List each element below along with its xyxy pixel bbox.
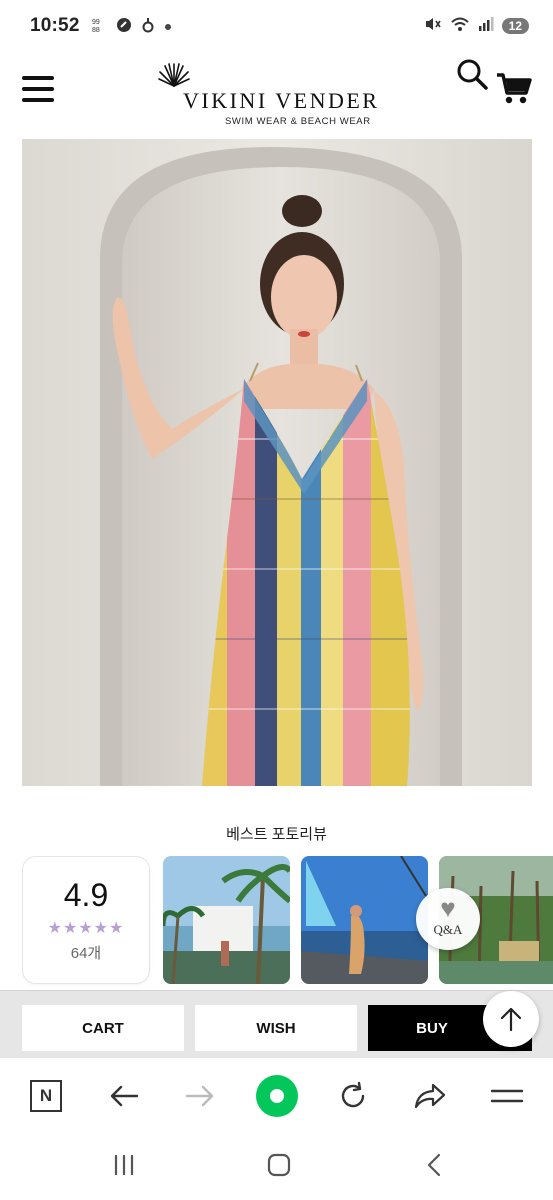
brand-name: VIKINI VENDER — [183, 88, 380, 113]
messenger-icon — [116, 17, 132, 36]
green-circle-icon — [256, 1075, 298, 1117]
best-photo-review-title: 베스트 포토리뷰 — [226, 826, 327, 843]
hamburger-icon-bar — [22, 76, 54, 80]
browser-toolbar: N — [0, 1058, 553, 1136]
chevron-left-icon — [427, 1153, 441, 1177]
back-button[interactable] — [102, 1074, 146, 1118]
home-icon — [267, 1153, 291, 1177]
cart-button[interactable] — [496, 72, 532, 106]
hamburger-icon-bar — [22, 87, 54, 91]
cell-signal-icon — [478, 16, 494, 37]
svg-text:88: 88 — [92, 27, 100, 33]
system-back-button[interactable] — [414, 1150, 454, 1180]
wishlist-button[interactable]: WISH — [195, 1005, 357, 1051]
svg-text:99: 99 — [92, 19, 100, 26]
share-button[interactable] — [408, 1074, 452, 1118]
recent-apps-button[interactable] — [104, 1150, 144, 1180]
review-photo — [301, 856, 428, 984]
rating-score: 4.9 — [63, 877, 109, 913]
review-thumbnail[interactable] — [301, 856, 428, 984]
shopping-cart-icon — [497, 73, 532, 104]
refresh-icon — [341, 1081, 365, 1108]
status-time: 10:52 — [30, 15, 80, 36]
wifi-icon — [450, 16, 470, 37]
heart-icon: ♥ — [440, 893, 456, 923]
forward-button[interactable] — [178, 1074, 222, 1118]
dot-icon — [164, 18, 172, 34]
qna-button[interactable]: ♥ Q&A — [416, 888, 480, 950]
recent-apps-icon — [114, 1155, 134, 1175]
arrow-left-icon — [110, 1085, 139, 1107]
hamburger-icon-bar — [22, 98, 54, 102]
purchase-action-bar: CART WISH BUY — [0, 990, 553, 1058]
arrow-right-icon — [185, 1085, 214, 1107]
battery-indicator: 12 — [501, 18, 529, 34]
add-to-cart-button[interactable]: CART — [22, 1005, 184, 1051]
rating-summary-card[interactable]: 4.9 ★★★★★ 64개 — [22, 856, 150, 984]
brand-tagline: SWIM WEAR & BEACH WEAR — [225, 116, 371, 127]
photo-review-strip[interactable]: 4.9 ★★★★★ 64개 ♥ Q&A — [22, 856, 553, 986]
green-dot-button[interactable] — [255, 1074, 299, 1118]
naver-home-button[interactable]: N — [24, 1074, 68, 1118]
review-photo — [163, 856, 290, 984]
review-thumbnail[interactable] — [163, 856, 290, 984]
arrow-up-icon — [500, 1007, 522, 1032]
menu-button[interactable] — [22, 76, 54, 102]
search-icon — [457, 59, 488, 90]
home-button[interactable] — [259, 1150, 299, 1180]
system-navigation-bar — [0, 1136, 553, 1200]
share-icon — [414, 1083, 446, 1109]
star-rating-icon: ★★★★★ — [47, 920, 125, 937]
refresh-button[interactable] — [331, 1074, 375, 1118]
search-button[interactable] — [456, 58, 490, 92]
mute-icon — [424, 16, 442, 37]
grid-notification-icon: 99 88 — [92, 17, 106, 36]
browser-menu-button[interactable] — [485, 1074, 529, 1118]
signal-app-icon — [142, 17, 154, 36]
product-photo — [22, 139, 532, 786]
product-image[interactable] — [22, 139, 532, 786]
site-header: VIKINI VENDER SWIM WEAR & BEACH WEAR — [0, 52, 553, 132]
naver-n-icon: N — [30, 1080, 62, 1112]
brand-logo[interactable]: VIKINI VENDER SWIM WEAR & BEACH WEAR — [155, 60, 405, 127]
scroll-to-top-button[interactable] — [483, 991, 539, 1047]
status-bar: 10:52 99 88 12 — [0, 0, 553, 52]
review-count: 64개 — [70, 945, 102, 962]
menu-lines-icon — [490, 1089, 524, 1103]
qna-label: Q&A — [433, 922, 463, 937]
